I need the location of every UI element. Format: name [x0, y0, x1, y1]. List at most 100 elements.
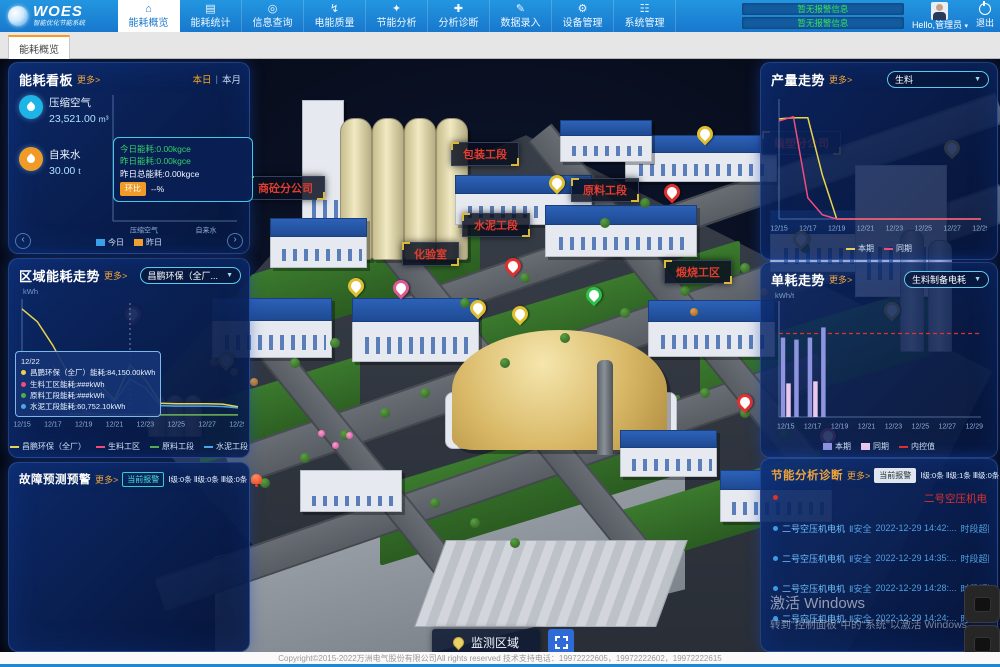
svg-text:12/27: 12/27	[943, 226, 961, 233]
next-arrow-button[interactable]: ›	[227, 233, 243, 249]
map-area-label[interactable]: 商砼分公司	[246, 176, 325, 200]
alarm-row[interactable]: 二号空压机电机 Ⅱ安全 2022-12-29 14:28:... 时段超限-关.…	[773, 573, 989, 603]
alert-dot	[773, 495, 778, 500]
svg-text:12/17: 12/17	[799, 226, 817, 233]
location-pin[interactable]	[546, 172, 569, 195]
map-area-label[interactable]: 原料工段	[571, 178, 639, 202]
legend-item: 昌鹏环保（全厂）	[10, 441, 86, 452]
map-area-label[interactable]: 水泥工段	[462, 213, 530, 237]
more-link[interactable]: 更多>	[829, 73, 852, 86]
alert-banner-text: 暂无报警信息	[797, 3, 848, 15]
location-pin[interactable]	[694, 123, 717, 146]
current-alarm-button[interactable]: 当前报警	[122, 472, 164, 487]
period-day-button[interactable]: 本日	[193, 72, 212, 86]
meter-value: 23,521.00	[49, 113, 96, 125]
energy-analysis-icon: ✦	[392, 4, 401, 16]
topbar-right: 暂无报警信息 暂无报警信息 Hello,管理员 ▾ 退出	[742, 0, 1000, 32]
svg-text:12/29: 12/29	[966, 424, 984, 431]
alarm-level-counts: Ⅰ级:0条 Ⅱ级:0条 Ⅲ级:0条	[168, 474, 247, 485]
tooltip-yesterday: 昨日能耗:0.00kgce	[120, 155, 246, 167]
alarm-row[interactable]: 二号空压机电机 Ⅱ安全 2022-12-29 14:35:... 时段超限-关.…	[773, 543, 989, 573]
map-area-label[interactable]: 包装工段	[451, 142, 519, 166]
more-link[interactable]: 更多>	[104, 269, 127, 282]
nav-item[interactable]: ✦ 节能分析	[366, 0, 428, 32]
alert-banners: 暂无报警信息 暂无报警信息	[742, 3, 904, 29]
nav-item[interactable]: ☷ 系统管理	[614, 0, 676, 32]
material-dropdown[interactable]: 生料 ▼	[887, 71, 989, 88]
nav-item-label: 数据录入	[501, 19, 541, 29]
legend-item: 水泥工段	[204, 441, 248, 452]
alert-banner-text: 暂无报警信息	[797, 17, 848, 29]
tab-energy-overview[interactable]: 能耗概览	[8, 35, 70, 59]
nav-item-label: 节能分析	[377, 19, 417, 29]
legend-item: 同期	[884, 243, 912, 254]
svg-text:12/21: 12/21	[106, 422, 124, 429]
svg-text:压缩空气: 压缩空气	[130, 226, 158, 235]
location-pin[interactable]	[509, 303, 532, 326]
more-link[interactable]: 更多>	[829, 273, 852, 286]
nav-item[interactable]: ◎ 信息查询	[242, 0, 304, 32]
region-dropdown[interactable]: 昌鹏环保（全厂... ▼	[140, 267, 241, 284]
user-menu[interactable]: Hello,管理员 ▾	[912, 2, 968, 30]
location-pin[interactable]	[502, 255, 525, 278]
more-link[interactable]: 更多>	[95, 473, 118, 486]
nav-item[interactable]: ⌂ 能耗概览	[118, 0, 180, 32]
alarm-row[interactable]: 二号空压机电机 Ⅱ安全 2022-12-29 14:24:... 时段超限-关.…	[773, 603, 989, 633]
location-pin[interactable]	[467, 297, 490, 320]
nav-item-label: 分析诊断	[439, 19, 479, 29]
alarm-row[interactable]: 二号空压机电机 Ⅱ安全 2022-12-29 14:42:... 时段超限-关.…	[773, 513, 989, 543]
nav-item[interactable]: ✎ 数据录入	[490, 0, 552, 32]
image-icon	[974, 597, 991, 612]
chevron-down-icon: ▼	[226, 272, 233, 279]
alarm-description: 时段超限-关...	[961, 522, 989, 535]
nav-item-label: 设备管理	[563, 19, 603, 29]
map-area-label[interactable]: 化验室	[402, 242, 459, 266]
location-pin[interactable]	[661, 181, 684, 204]
ratio-value: --%	[151, 183, 164, 195]
nav-item-label: 能耗概览	[129, 19, 169, 29]
floating-panel-button-1[interactable]	[964, 585, 1000, 623]
nav-item[interactable]: ✚ 分析诊断	[428, 0, 490, 32]
home-icon: ⌂	[145, 4, 152, 16]
panel-fault-warning: 故障预测预警 更多> 当前报警 Ⅰ级:0条 Ⅱ级:0条 Ⅲ级:0条	[8, 462, 250, 652]
more-link[interactable]: 更多>	[77, 73, 100, 86]
main-nav: ⌂ 能耗概览 ▤ 能耗统计 ◎ 信息查询 ↯ 电能质量	[118, 0, 676, 32]
legend-item: 内控值	[899, 441, 935, 452]
logout-button[interactable]: 退出	[976, 3, 994, 29]
alarm-time: 2022-12-29 14:24:...	[875, 613, 956, 623]
nav-item[interactable]: ⚙ 设备管理	[552, 0, 614, 32]
period-month-button[interactable]: 本月	[222, 72, 241, 86]
location-pin[interactable]	[345, 275, 368, 298]
map-area-label[interactable]: 煅烧工区	[664, 260, 732, 284]
consumption-type-dropdown[interactable]: 生料制备电耗 ▼	[904, 271, 989, 288]
nav-item[interactable]: ↯ 电能质量	[304, 0, 366, 32]
tooltip-total: 昨日总能耗:0.00kgce	[120, 168, 246, 180]
location-pin[interactable]	[734, 391, 757, 414]
nav-item[interactable]: ▤ 能耗统计	[180, 0, 242, 32]
alarm-level-counts: Ⅰ级:0条 Ⅱ级:1条 Ⅲ级:0条	[920, 470, 999, 481]
panel-title: 区域能耗走势	[19, 266, 100, 285]
alarm-level: Ⅱ安全	[849, 522, 871, 535]
alarm-level: Ⅱ安全	[849, 582, 871, 595]
location-pin[interactable]	[390, 277, 413, 300]
panel-unit-consumption-trend: 单耗走势 更多> 生料制备电耗 ▼ kWh/t 12/1512/1712/191…	[760, 262, 998, 458]
current-alarm-button[interactable]: 当前报警	[874, 468, 916, 483]
svg-text:12/19: 12/19	[75, 422, 93, 429]
nav-item-label: 系统管理	[625, 19, 665, 29]
alarm-device: 二号空压机电机	[782, 582, 845, 595]
diagnosis-icon: ✚	[454, 4, 463, 16]
prev-arrow-button[interactable]: ‹	[15, 233, 31, 249]
svg-text:自来水: 自来水	[196, 226, 217, 235]
alarm-marquee: 二号空压机电	[773, 491, 987, 505]
location-pin[interactable]	[583, 284, 606, 307]
system-icon: ☷	[640, 4, 650, 16]
panel-title: 故障预测预警	[19, 471, 91, 487]
app-window: WOES 智能优化节能系统 ⌂ 能耗概览 ▤ 能耗统计 ◎ 信息查询	[0, 0, 1000, 667]
svg-text:12/23: 12/23	[885, 424, 903, 431]
svg-text:12/15: 12/15	[771, 226, 788, 233]
more-link[interactable]: 更多>	[847, 469, 870, 482]
legend-item: 昨日	[134, 237, 162, 248]
alarm-time: 2022-12-29 14:42:...	[875, 523, 956, 533]
svg-text:12/27: 12/27	[939, 424, 957, 431]
panel-title: 节能分析诊断	[771, 467, 843, 483]
